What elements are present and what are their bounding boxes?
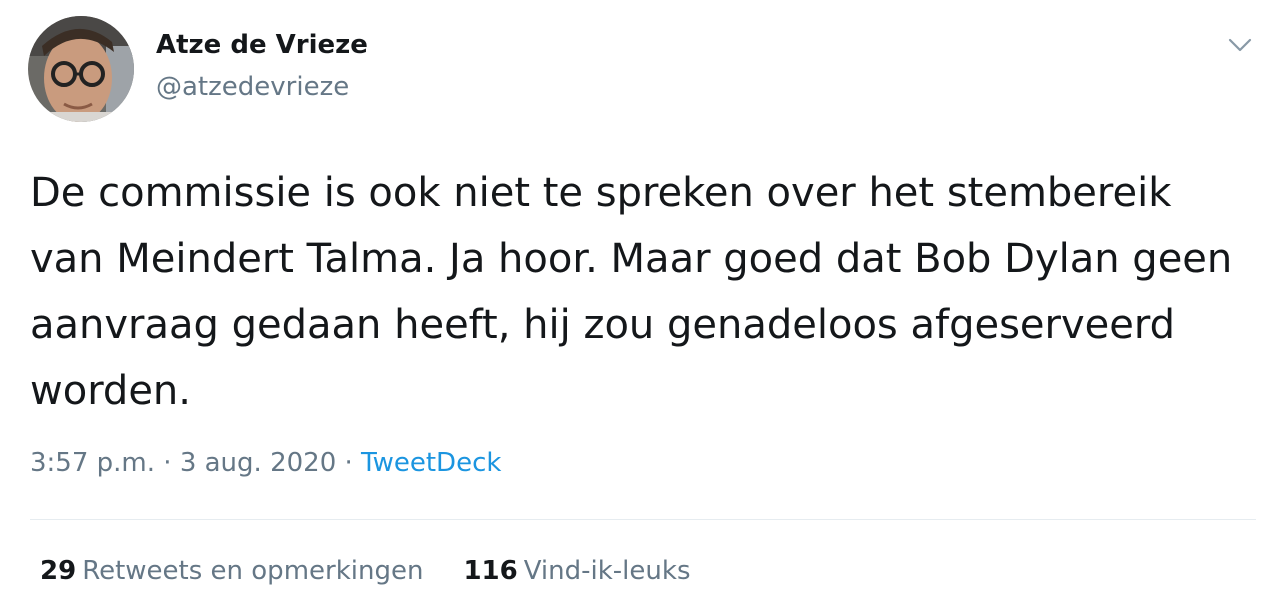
tweet-stats: 29 Retweets en opmerkingen 116 Vind-ik-leuk… xyxy=(40,556,690,586)
user-handle[interactable]: @atzedevrieze xyxy=(156,72,349,102)
likes-count: 116 xyxy=(463,556,518,586)
tweet-date[interactable]: 3 aug. 2020 xyxy=(180,448,336,478)
likes-stat[interactable]: 116 Vind-ik-leuks xyxy=(463,556,690,586)
retweets-count: 29 xyxy=(40,556,77,586)
tweet-time[interactable]: 3:57 p.m. xyxy=(30,448,155,478)
tweet-meta: 3:57 p.m. · 3 aug. 2020 · TweetDeck xyxy=(30,448,501,478)
avatar[interactable] xyxy=(28,16,134,122)
meta-separator: · xyxy=(155,448,180,478)
display-name[interactable]: Atze de Vrieze xyxy=(156,30,368,60)
tweet-card: Atze de Vrieze @atzedevrieze De commissi… xyxy=(0,0,1265,597)
tweet-text: De commissie is ook niet te spreken over… xyxy=(30,170,1233,414)
chevron-down-icon[interactable] xyxy=(1222,30,1258,60)
divider xyxy=(30,519,1256,520)
meta-separator-2: · xyxy=(336,448,362,478)
retweets-stat[interactable]: 29 Retweets en opmerkingen xyxy=(40,556,423,586)
avatar-image xyxy=(28,16,134,122)
retweets-label: Retweets en opmerkingen xyxy=(82,556,424,586)
likes-label: Vind-ik-leuks xyxy=(523,556,691,586)
source-link[interactable]: TweetDeck xyxy=(361,448,501,478)
